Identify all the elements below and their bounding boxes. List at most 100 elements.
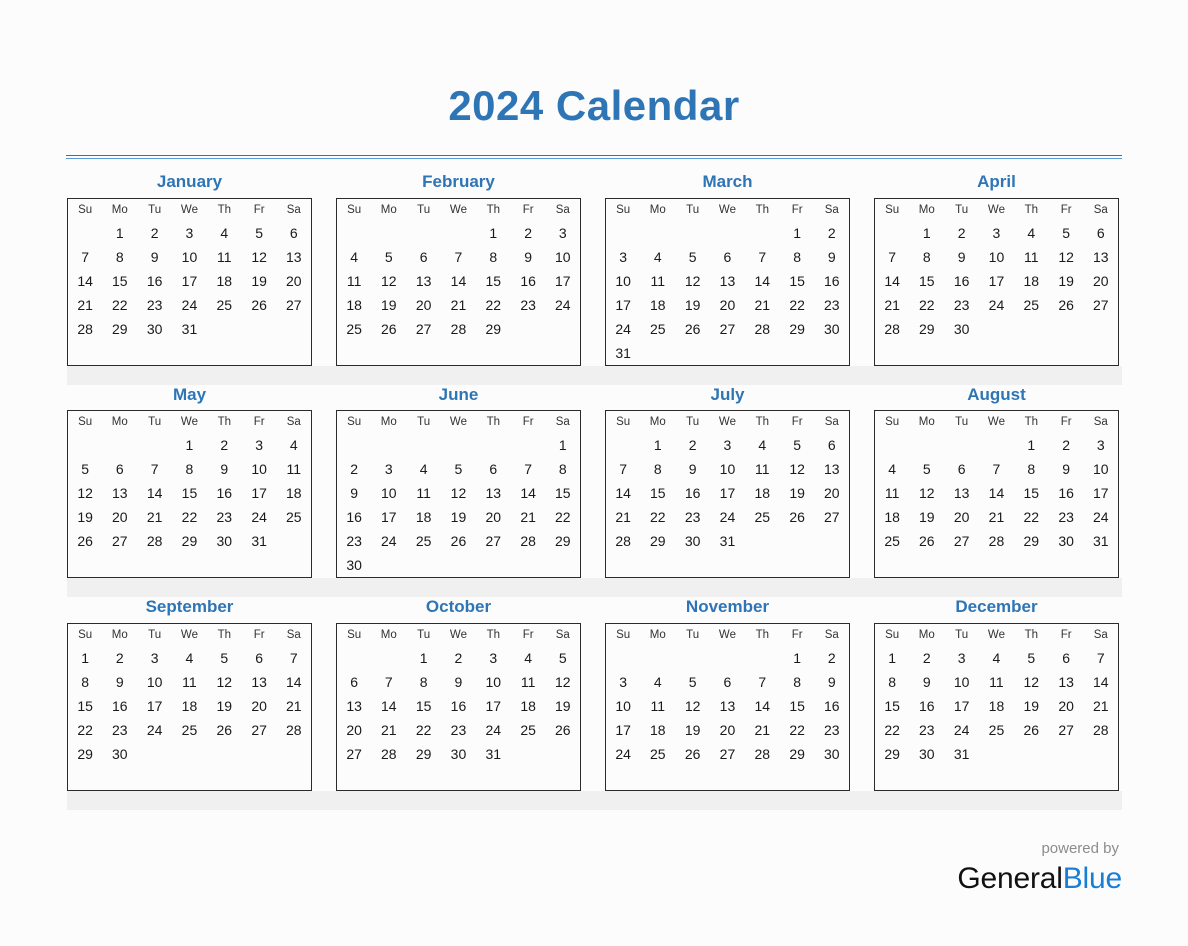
day-cell[interactable]: 1 [875,646,910,670]
day-cell[interactable]: 31 [606,341,641,366]
day-cell[interactable]: 23 [137,293,172,317]
day-cell[interactable]: 17 [172,269,207,293]
day-cell[interactable]: 9 [675,457,710,481]
day-cell[interactable]: 24 [546,293,581,317]
day-cell[interactable]: 13 [1084,245,1119,269]
day-cell[interactable]: 11 [1014,245,1049,269]
day-cell[interactable]: 3 [242,433,277,457]
day-cell[interactable]: 6 [476,457,511,481]
day-cell[interactable]: 21 [745,718,780,742]
day-cell[interactable]: 23 [441,718,476,742]
day-cell[interactable]: 23 [337,529,372,553]
day-cell[interactable]: 14 [371,694,406,718]
day-cell[interactable]: 28 [137,529,172,553]
day-cell[interactable]: 21 [511,505,546,529]
day-cell[interactable]: 8 [172,457,207,481]
day-cell[interactable]: 24 [979,293,1014,317]
day-cell[interactable]: 29 [546,529,581,553]
day-cell[interactable]: 23 [511,293,546,317]
day-cell[interactable]: 24 [710,505,745,529]
day-cell[interactable]: 12 [675,269,710,293]
day-cell[interactable]: 25 [979,718,1014,742]
day-cell[interactable]: 29 [780,317,815,341]
day-cell[interactable]: 14 [511,481,546,505]
day-cell[interactable]: 4 [172,646,207,670]
day-cell[interactable]: 19 [371,293,406,317]
day-cell[interactable]: 14 [441,269,476,293]
day-cell[interactable]: 15 [476,269,511,293]
day-cell[interactable]: 6 [1084,221,1119,245]
day-cell[interactable]: 12 [909,481,944,505]
day-cell[interactable]: 8 [476,245,511,269]
day-cell[interactable]: 30 [441,742,476,766]
day-cell[interactable]: 18 [979,694,1014,718]
day-cell[interactable]: 25 [745,505,780,529]
day-cell[interactable]: 13 [1049,670,1084,694]
day-cell[interactable]: 17 [242,481,277,505]
day-cell[interactable]: 22 [476,293,511,317]
day-cell[interactable]: 29 [640,529,675,553]
day-cell[interactable]: 9 [511,245,546,269]
day-cell[interactable]: 27 [944,529,979,553]
day-cell[interactable]: 25 [1014,293,1049,317]
day-cell[interactable]: 9 [102,670,137,694]
day-cell[interactable]: 31 [172,317,207,341]
day-cell[interactable]: 12 [1014,670,1049,694]
day-cell[interactable]: 7 [875,245,910,269]
day-cell[interactable]: 6 [815,433,850,457]
day-cell[interactable]: 21 [979,505,1014,529]
day-cell[interactable]: 31 [944,742,979,766]
day-cell[interactable]: 6 [242,646,277,670]
day-cell[interactable]: 26 [68,529,103,553]
day-cell[interactable]: 16 [441,694,476,718]
day-cell[interactable]: 31 [710,529,745,553]
day-cell[interactable]: 21 [606,505,641,529]
day-cell[interactable]: 3 [371,457,406,481]
day-cell[interactable]: 13 [710,694,745,718]
day-cell[interactable]: 21 [137,505,172,529]
day-cell[interactable]: 30 [1049,529,1084,553]
day-cell[interactable]: 4 [640,245,675,269]
day-cell[interactable]: 2 [337,457,372,481]
day-cell[interactable]: 10 [710,457,745,481]
day-cell[interactable]: 27 [406,317,441,341]
day-cell[interactable]: 28 [745,317,780,341]
day-cell[interactable]: 22 [780,718,815,742]
day-cell[interactable]: 16 [207,481,242,505]
day-cell[interactable]: 27 [710,742,745,766]
day-cell[interactable]: 20 [710,718,745,742]
day-cell[interactable]: 1 [406,646,441,670]
day-cell[interactable]: 27 [815,505,850,529]
day-cell[interactable]: 16 [944,269,979,293]
day-cell[interactable]: 29 [68,742,103,766]
day-cell[interactable]: 2 [102,646,137,670]
day-cell[interactable]: 8 [875,670,910,694]
day-cell[interactable]: 11 [337,269,372,293]
day-cell[interactable]: 20 [242,694,277,718]
day-cell[interactable]: 12 [546,670,581,694]
day-cell[interactable]: 11 [875,481,910,505]
day-cell[interactable]: 26 [675,317,710,341]
day-cell[interactable]: 19 [780,481,815,505]
day-cell[interactable]: 17 [476,694,511,718]
day-cell[interactable]: 23 [909,718,944,742]
day-cell[interactable]: 25 [337,317,372,341]
day-cell[interactable]: 20 [1084,269,1119,293]
day-cell[interactable]: 6 [710,245,745,269]
day-cell[interactable]: 11 [406,481,441,505]
day-cell[interactable]: 13 [242,670,277,694]
day-cell[interactable]: 14 [979,481,1014,505]
day-cell[interactable]: 6 [277,221,312,245]
day-cell[interactable]: 11 [640,269,675,293]
day-cell[interactable]: 16 [675,481,710,505]
day-cell[interactable]: 11 [640,694,675,718]
day-cell[interactable]: 5 [546,646,581,670]
day-cell[interactable]: 1 [640,433,675,457]
day-cell[interactable]: 15 [875,694,910,718]
day-cell[interactable]: 28 [1084,718,1119,742]
day-cell[interactable]: 21 [68,293,103,317]
day-cell[interactable]: 14 [1084,670,1119,694]
day-cell[interactable]: 18 [640,718,675,742]
day-cell[interactable]: 5 [675,245,710,269]
day-cell[interactable]: 11 [511,670,546,694]
